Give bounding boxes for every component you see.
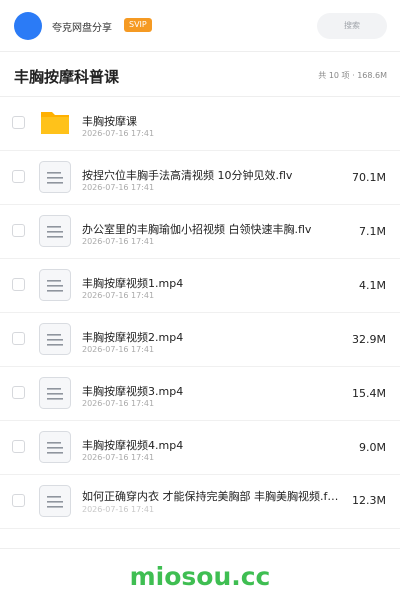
list-item[interactable]: 丰胸按摩视频2.mp4 2026-07-16 17:41 32.9M: [0, 313, 400, 367]
document-icon: [39, 161, 71, 193]
file-name: 丰胸按摩视频3.mp4: [82, 385, 184, 398]
file-name: 按捏穴位丰胸手法高清视频 10分钟见效.flv: [82, 169, 293, 182]
file-size: 9.0M: [359, 441, 386, 454]
list-item[interactable]: 2026-07-16 17:41 如何正确穿内衣 才能保持完美胸部 丰胸美胸视频…: [0, 475, 400, 529]
app-header: 夸克网盘分享 SVIP 搜索: [0, 0, 400, 52]
svip-badge: SVIP: [124, 18, 152, 32]
file-size: 15.4M: [352, 387, 386, 400]
file-date: 2026-07-16 17:41: [82, 505, 155, 514]
select-checkbox[interactable]: [12, 494, 25, 507]
list-item[interactable]: 丰胸按摩视频3.mp4 2026-07-16 17:41 15.4M: [0, 367, 400, 421]
file-name: 如何正确穿内衣 才能保持完美胸部 丰胸美胸视频.f…: [82, 490, 339, 503]
file-date: 2026-07-16 17:41: [82, 291, 155, 300]
select-checkbox[interactable]: [12, 332, 25, 345]
file-name: 办公室里的丰胸瑜伽小招视频 白领快速丰胸.flv: [82, 223, 312, 236]
footer-divider: [0, 548, 400, 549]
file-date: 2026-07-16 17:41: [82, 453, 155, 462]
document-icon: [39, 323, 71, 355]
select-checkbox[interactable]: [12, 170, 25, 183]
search-input[interactable]: 搜索: [317, 13, 387, 39]
folder-title-bar: 丰胸按摩科普课 共 10 项 · 168.6M: [0, 53, 400, 97]
file-name: 丰胸按摩视频2.mp4: [82, 331, 184, 344]
sharer-name: 夸克网盘分享: [52, 23, 112, 34]
file-date: 2026-07-16 17:41: [82, 237, 155, 246]
document-icon: [39, 215, 71, 247]
file-name: 丰胸按摩视频4.mp4: [82, 439, 184, 452]
file-name: 丰胸按摩视频1.mp4: [82, 277, 184, 290]
list-item[interactable]: 丰胸按摩课 2026-07-16 17:41: [0, 97, 400, 151]
document-icon: [39, 431, 71, 463]
file-size: 12.3M: [352, 494, 386, 507]
file-name: 丰胸按摩课: [82, 115, 137, 128]
select-checkbox[interactable]: [12, 386, 25, 399]
file-size: 70.1M: [352, 171, 386, 184]
file-date: 2026-07-16 17:41: [82, 129, 155, 138]
site-watermark: miosou.cc: [129, 562, 271, 591]
select-checkbox[interactable]: [12, 116, 25, 129]
file-date: 2026-07-16 17:41: [82, 183, 155, 192]
file-size: 32.9M: [352, 333, 386, 346]
select-checkbox[interactable]: [12, 278, 25, 291]
file-size: 7.1M: [359, 225, 386, 238]
document-icon: [39, 269, 71, 301]
folder-icon: [41, 112, 69, 134]
avatar[interactable]: [14, 12, 42, 40]
document-icon: [39, 485, 71, 517]
select-checkbox[interactable]: [12, 440, 25, 453]
document-icon: [39, 377, 71, 409]
file-date: 2026-07-16 17:41: [82, 345, 155, 354]
list-item[interactable]: 按捏穴位丰胸手法高清视频 10分钟见效.flv 2026-07-16 17:41…: [0, 151, 400, 205]
file-size: 4.1M: [359, 279, 386, 292]
item-count-summary: 共 10 项 · 168.6M: [318, 71, 387, 80]
list-item[interactable]: 办公室里的丰胸瑜伽小招视频 白领快速丰胸.flv 2026-07-16 17:4…: [0, 205, 400, 259]
list-item[interactable]: 丰胸按摩视频1.mp4 2026-07-16 17:41 4.1M: [0, 259, 400, 313]
page-title: 丰胸按摩科普课: [14, 68, 120, 86]
list-item[interactable]: 丰胸按摩视频4.mp4 2026-07-16 17:41 9.0M: [0, 421, 400, 475]
file-date: 2026-07-16 17:41: [82, 399, 155, 408]
select-checkbox[interactable]: [12, 224, 25, 237]
file-list: 丰胸按摩课 2026-07-16 17:41 按捏穴位丰胸手法高清视频 10分钟…: [0, 97, 400, 529]
